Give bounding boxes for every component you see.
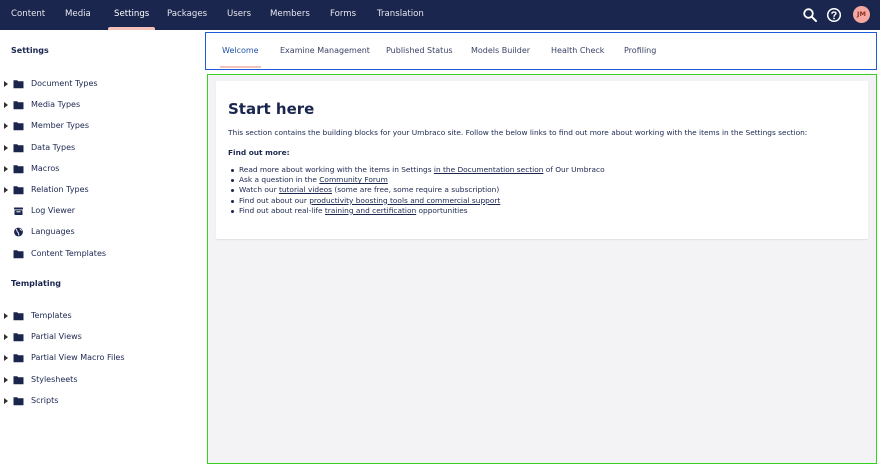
tab-profiling[interactable]: Profiling <box>624 33 656 68</box>
nav-settings[interactable]: Settings <box>107 0 156 30</box>
list-item: Find out about our productivity boosting… <box>228 196 605 206</box>
tab-welcome[interactable]: Welcome <box>220 33 261 68</box>
sidebar-item-languages[interactable]: Languages <box>0 224 204 240</box>
folder-icon <box>13 143 24 153</box>
folder-icon <box>13 396 24 406</box>
sidebar-item-label: Partial View Macro Files <box>31 353 125 363</box>
log-viewer-icon <box>13 206 24 216</box>
nav-media[interactable]: Media <box>65 0 91 30</box>
sidebar-item-label: Templates <box>31 311 72 320</box>
folder-icon <box>13 332 24 342</box>
folder-icon <box>13 164 24 174</box>
nav-content[interactable]: Content <box>11 0 45 30</box>
sidebar-item-media-types[interactable]: Media Types <box>0 97 204 113</box>
list-item: Find out about real-life training and ce… <box>228 206 605 216</box>
list-item: Read more about working with the items i… <box>228 165 605 175</box>
sidebar-item-label: Content Templates <box>31 248 107 258</box>
folder-icon <box>13 79 24 89</box>
sidebar-item-label: Document Types <box>31 79 98 88</box>
folder-icon <box>13 185 24 195</box>
training-link[interactable]: training and certification <box>325 206 416 215</box>
sidebar-item-label: Log Viewer <box>31 206 76 216</box>
find-out-more-heading: Find out more: <box>228 148 290 157</box>
sidebar-item-templates[interactable]: Templates <box>0 308 204 324</box>
sidebar: Settings Document Types Media Types Member… <box>0 30 204 466</box>
help-icon[interactable] <box>826 7 842 23</box>
expand-caret-icon[interactable] <box>4 334 8 341</box>
nav-users[interactable]: Users <box>227 0 251 30</box>
folder-icon <box>13 100 24 110</box>
sidebar-item-label: Data Types <box>31 142 76 152</box>
item-text: Watch our <box>239 185 279 195</box>
sidebar-item-label: Member Types <box>31 121 89 131</box>
folder-icon <box>13 375 24 385</box>
expand-caret-icon[interactable] <box>4 123 8 130</box>
sidebar-item-document-types[interactable]: Document Types <box>0 76 204 92</box>
dashboard-tabs: Welcome Examine Management Published Sta… <box>205 32 877 70</box>
top-bar: Content Media Settings Packages Users Me… <box>0 0 880 30</box>
tutorial-videos-link[interactable]: tutorial videos <box>279 185 332 194</box>
tab-health-check[interactable]: Health Check <box>551 33 604 68</box>
tab-examine-management[interactable]: Examine Management <box>280 33 370 68</box>
sidebar-item-partial-views[interactable]: Partial Views <box>0 329 204 345</box>
tab-models-builder[interactable]: Models Builder <box>471 33 530 68</box>
expand-caret-icon[interactable] <box>4 313 8 319</box>
list-item: Ask a question in the Community Forum <box>228 175 605 185</box>
item-text: Find out about our <box>239 195 310 205</box>
expand-caret-icon[interactable] <box>4 376 8 383</box>
item-text: Read more about working with the items i… <box>239 165 434 174</box>
folder-icon <box>13 249 24 259</box>
expand-caret-icon[interactable] <box>4 355 8 362</box>
item-text: Ask a question in the <box>239 175 320 185</box>
folder-icon <box>13 311 24 321</box>
page-title: Start here <box>228 100 315 118</box>
settings-heading: Settings <box>11 46 49 55</box>
sidebar-item-label: Media Types <box>31 100 81 110</box>
sidebar-item-stylesheets[interactable]: Stylesheets <box>0 372 204 388</box>
sidebar-item-macros[interactable]: Macros <box>0 161 204 177</box>
nav-forms[interactable]: Forms <box>330 0 356 30</box>
dashboard-content: Start here This section contains the bui… <box>207 74 877 464</box>
folder-icon <box>13 121 24 131</box>
links-list: Read more about working with the items i… <box>228 165 605 216</box>
sidebar-item-content-templates[interactable]: Content Templates <box>0 246 204 262</box>
welcome-card: Start here This section contains the bui… <box>216 81 868 239</box>
sidebar-item-relation-types[interactable]: Relation Types <box>0 182 204 198</box>
user-avatar[interactable]: JM <box>853 6 870 23</box>
intro-text: This section contains the building block… <box>228 128 808 137</box>
globe-icon <box>13 227 24 237</box>
search-icon[interactable] <box>802 7 818 23</box>
expand-caret-icon[interactable] <box>4 397 8 404</box>
nav-members[interactable]: Members <box>270 0 310 30</box>
sidebar-item-scripts[interactable]: Scripts <box>0 393 204 409</box>
documentation-link[interactable]: in the Documentation section <box>434 165 544 174</box>
sidebar-item-label: Stylesheets <box>31 374 78 384</box>
sidebar-item-label: Scripts <box>31 395 59 405</box>
list-item: Watch our tutorial videos (some are free… <box>228 185 605 195</box>
expand-caret-icon[interactable] <box>4 165 8 172</box>
sidebar-item-label: Relation Types <box>31 185 89 194</box>
sidebar-item-label: Languages <box>31 227 75 237</box>
item-text: of Our Umbraco <box>543 165 605 174</box>
community-forum-link[interactable]: Community Forum <box>319 175 388 184</box>
sidebar-item-label: Partial Views <box>31 332 82 342</box>
commercial-support-link[interactable]: productivity boosting tools and commerci… <box>309 196 500 205</box>
expand-caret-icon[interactable] <box>4 81 8 87</box>
sidebar-item-log-viewer[interactable]: Log Viewer <box>0 203 204 219</box>
sidebar-item-member-types[interactable]: Member Types <box>0 118 204 134</box>
nav-translation[interactable]: Translation <box>377 0 424 30</box>
item-text: opportunities <box>416 205 468 215</box>
sidebar-item-data-types[interactable]: Data Types <box>0 140 204 156</box>
expand-caret-icon[interactable] <box>4 187 8 193</box>
tab-published-status[interactable]: Published Status <box>386 33 453 68</box>
templating-heading: Templating <box>11 279 62 288</box>
expand-caret-icon[interactable] <box>4 144 8 151</box>
expand-caret-icon[interactable] <box>4 102 8 109</box>
folder-icon <box>13 353 24 363</box>
sidebar-item-label: Macros <box>31 163 60 173</box>
item-text: (some are free, some require a subscript… <box>332 185 500 195</box>
item-text: Find out about real-life <box>239 205 325 215</box>
sidebar-item-partial-view-macro-files[interactable]: Partial View Macro Files <box>0 350 204 366</box>
nav-packages[interactable]: Packages <box>167 0 207 30</box>
